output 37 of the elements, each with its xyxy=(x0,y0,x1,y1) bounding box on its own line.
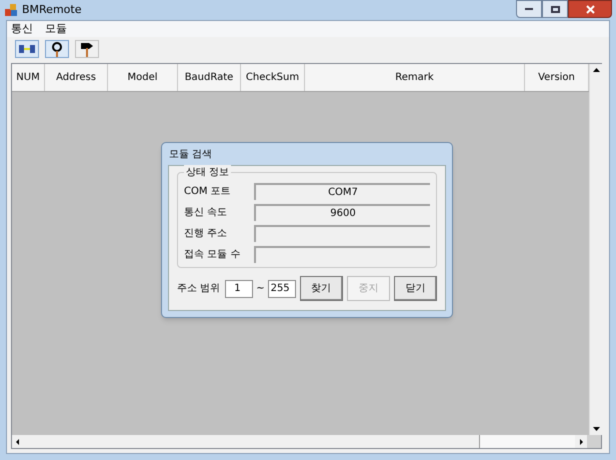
column-header[interactable]: Model xyxy=(108,64,178,91)
field-label: 접속 모듈 수 xyxy=(184,248,242,262)
scroll-thumb[interactable] xyxy=(480,435,575,448)
vertical-scrollbar[interactable] xyxy=(589,64,603,435)
range-separator: ~ xyxy=(256,282,265,296)
size-grip xyxy=(587,435,601,448)
column-header[interactable]: BaudRate xyxy=(178,64,241,91)
toolbar-button[interactable] xyxy=(45,40,69,58)
range-from-field[interactable]: 1 xyxy=(225,280,254,298)
dialog-title: 모듈 검색 xyxy=(168,148,214,162)
menu-item[interactable]: 모듈 xyxy=(45,20,67,38)
maximize-button[interactable] xyxy=(542,0,568,18)
dialog-button[interactable]: 닫기 xyxy=(394,276,437,301)
horizontal-scrollbar[interactable] xyxy=(12,435,587,448)
app-icon xyxy=(4,3,18,17)
search-icon xyxy=(51,42,63,56)
connector-icon xyxy=(18,43,36,55)
flag-icon xyxy=(80,42,94,56)
dialog-button[interactable]: 찾기 xyxy=(300,276,343,301)
column-header[interactable]: Remark xyxy=(305,64,525,91)
menu-item[interactable]: 통신 xyxy=(11,20,33,38)
readonly-field: COM7 xyxy=(254,183,430,200)
range-to-field[interactable]: 255 xyxy=(268,280,296,298)
column-header[interactable]: NUM xyxy=(12,64,45,91)
toolbar-button[interactable] xyxy=(15,40,39,58)
readonly-field: 9600 xyxy=(254,204,430,221)
column-header[interactable]: Address xyxy=(45,64,108,91)
field-label: COM 포트 xyxy=(184,185,232,199)
close-button[interactable] xyxy=(568,0,612,18)
column-header[interactable]: CheckSum xyxy=(241,64,305,91)
minimize-button[interactable] xyxy=(516,0,542,18)
close-icon xyxy=(586,4,594,14)
toolbar-button[interactable] xyxy=(75,40,99,58)
field-label: 통신 속도 xyxy=(184,206,228,220)
range-label: 주소 범위 xyxy=(177,282,220,296)
field-label: 진행 주소 xyxy=(184,227,228,241)
window-title: BMRemote xyxy=(22,2,82,18)
